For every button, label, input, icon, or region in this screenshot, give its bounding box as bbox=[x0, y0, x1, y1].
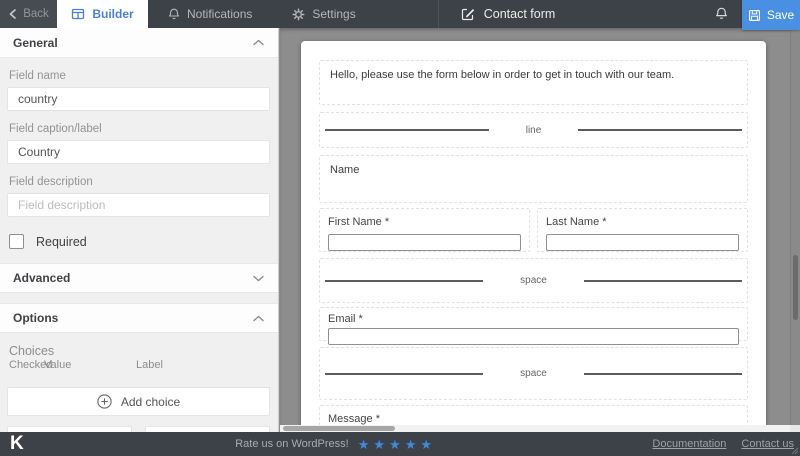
required-checkbox[interactable] bbox=[9, 234, 24, 249]
bottom-bar: K Rate us on WordPress! ★★★★★ Documentat… bbox=[0, 432, 800, 456]
builder-tab-label: Builder bbox=[92, 7, 133, 21]
builder-layout-icon bbox=[71, 7, 85, 21]
choices-col-value: Value bbox=[44, 359, 71, 371]
form-preview-pane: Hello, please use the form below in orde… bbox=[280, 28, 800, 432]
divider-line-left bbox=[325, 280, 483, 282]
divider-line-right bbox=[578, 129, 742, 131]
star-icon[interactable]: ★ bbox=[405, 438, 417, 451]
required-label: Required bbox=[36, 235, 87, 249]
name-heading: Name bbox=[330, 164, 359, 176]
star-icon[interactable]: ★ bbox=[373, 438, 385, 451]
space-divider-label: space bbox=[483, 368, 584, 379]
field-block-space-divider[interactable]: space bbox=[319, 347, 748, 400]
notifications-bell-button[interactable] bbox=[701, 0, 742, 28]
contact-us-link[interactable]: Contact us bbox=[741, 438, 794, 450]
options-section-label: Options bbox=[13, 311, 58, 325]
section-general[interactable]: General bbox=[0, 28, 278, 58]
field-caption-input[interactable] bbox=[7, 140, 270, 164]
stars[interactable]: ★★★★★ bbox=[358, 438, 432, 451]
add-choice-button[interactable]: Add choice bbox=[7, 387, 270, 416]
last-name-label: Last Name * bbox=[546, 216, 739, 228]
space-divider: space bbox=[325, 275, 742, 286]
horizontal-scrollbar[interactable] bbox=[280, 425, 790, 432]
back-label: Back bbox=[23, 8, 49, 20]
form-title-label: Contact form bbox=[484, 7, 556, 21]
advanced-section-label: Advanced bbox=[13, 271, 70, 285]
choices-column-headers: Checked Value Label bbox=[0, 359, 278, 374]
kali-forms-logo: K bbox=[10, 432, 24, 456]
email-label: Email * bbox=[328, 313, 739, 325]
top-bar: Back Builder Notifications Settings Cont… bbox=[0, 0, 800, 28]
first-name-input[interactable] bbox=[328, 234, 521, 251]
field-block-line-divider[interactable]: line bbox=[319, 112, 748, 148]
form-preview-card: Hello, please use the form below in orde… bbox=[301, 41, 766, 432]
star-icon[interactable]: ★ bbox=[358, 438, 370, 451]
field-name-label: Field name bbox=[9, 70, 270, 82]
plus-circle-icon bbox=[97, 394, 112, 409]
vertical-scrollbar-thumb[interactable] bbox=[793, 255, 798, 320]
star-icon[interactable]: ★ bbox=[389, 438, 401, 451]
name-fields-row: First Name * Last Name * bbox=[319, 208, 748, 252]
line-divider: line bbox=[325, 125, 742, 136]
last-name-input[interactable] bbox=[546, 234, 739, 251]
documentation-link[interactable]: Documentation bbox=[652, 438, 726, 450]
divider-line-right bbox=[584, 373, 742, 375]
field-block-last-name[interactable]: Last Name * bbox=[537, 208, 748, 252]
bell-icon bbox=[715, 7, 728, 21]
intro-text: Hello, please use the form below in orde… bbox=[330, 69, 674, 81]
space-divider: space bbox=[325, 368, 742, 379]
bell-icon bbox=[168, 8, 180, 21]
first-name-label: First Name * bbox=[328, 216, 521, 228]
space-divider-label: space bbox=[483, 275, 584, 286]
field-name-input[interactable] bbox=[7, 87, 270, 111]
line-divider-label: line bbox=[489, 125, 579, 136]
tab-builder[interactable]: Builder bbox=[57, 0, 148, 28]
save-label: Save bbox=[767, 8, 794, 22]
vertical-scrollbar[interactable] bbox=[790, 28, 800, 425]
choices-col-label: Label bbox=[136, 359, 163, 371]
settings-label: Settings bbox=[312, 7, 355, 21]
rate-us-text: Rate us on WordPress! bbox=[235, 438, 349, 450]
chevron-down-icon bbox=[253, 275, 264, 282]
save-button[interactable]: Save bbox=[742, 0, 800, 30]
add-choice-label: Add choice bbox=[121, 395, 180, 409]
required-checkbox-row[interactable]: Required bbox=[9, 234, 270, 249]
field-description-input[interactable] bbox=[7, 193, 270, 217]
resize-grip-icon bbox=[791, 447, 799, 455]
tab-settings[interactable]: Settings bbox=[272, 0, 375, 28]
field-block-name-heading[interactable]: Name bbox=[319, 155, 748, 203]
divider-line-left bbox=[325, 373, 483, 375]
field-settings-sidebar: General Field name Field caption/label F… bbox=[0, 28, 279, 432]
section-advanced[interactable]: Advanced bbox=[0, 263, 278, 293]
divider-line-left bbox=[325, 129, 489, 131]
edit-pencil-icon[interactable] bbox=[461, 7, 475, 21]
email-input[interactable] bbox=[328, 328, 739, 345]
notifications-label: Notifications bbox=[187, 7, 252, 21]
field-block-html-intro[interactable]: Hello, please use the form below in orde… bbox=[319, 60, 748, 105]
field-block-space-divider[interactable]: space bbox=[319, 258, 748, 303]
form-title: Contact form bbox=[461, 0, 556, 28]
field-description-label: Field description bbox=[9, 176, 270, 188]
footer-links: Documentation Contact us bbox=[652, 432, 794, 456]
field-block-email[interactable]: Email * bbox=[319, 307, 748, 341]
topbar-separator bbox=[438, 0, 439, 28]
choices-title: Choices bbox=[9, 344, 270, 358]
field-block-first-name[interactable]: First Name * bbox=[319, 208, 530, 252]
star-icon[interactable]: ★ bbox=[420, 438, 432, 451]
chevron-left-icon bbox=[8, 9, 17, 19]
tab-notifications[interactable]: Notifications bbox=[148, 0, 272, 28]
general-section-label: General bbox=[13, 36, 58, 50]
horizontal-scrollbar-thumb[interactable] bbox=[283, 426, 395, 431]
field-caption-label: Field caption/label bbox=[9, 123, 270, 135]
message-label: Message * bbox=[328, 413, 739, 425]
divider-line-right bbox=[584, 280, 742, 282]
rate-us-group[interactable]: Rate us on WordPress! ★★★★★ bbox=[235, 432, 432, 456]
scrollbar-corner bbox=[790, 425, 800, 432]
back-button[interactable]: Back bbox=[0, 0, 57, 28]
chevron-up-icon bbox=[253, 315, 264, 322]
chevron-up-icon bbox=[253, 39, 264, 46]
section-options[interactable]: Options bbox=[0, 303, 278, 333]
save-floppy-icon bbox=[748, 9, 761, 22]
gear-icon bbox=[292, 8, 305, 21]
